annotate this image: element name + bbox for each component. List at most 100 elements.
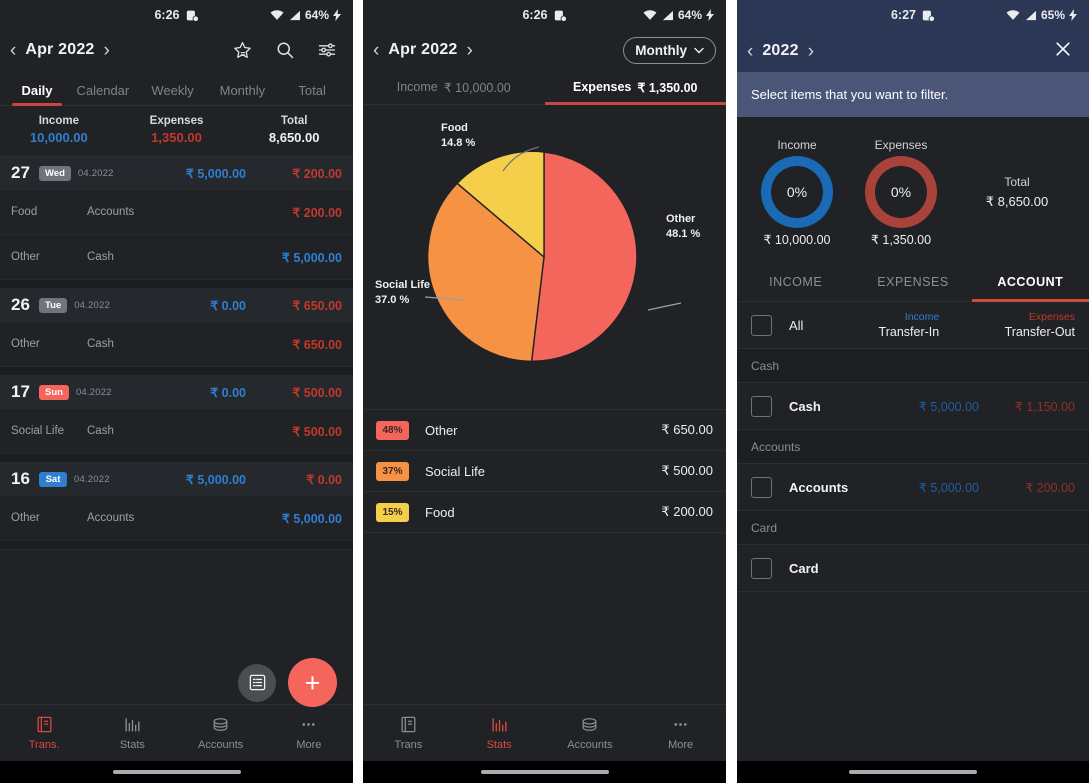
gesture-bar-area xyxy=(737,761,1089,783)
pie-label-other: Other 48.1 % xyxy=(666,212,700,242)
search-icon[interactable] xyxy=(275,40,295,60)
income-expense-tabs: Income ₹ 10,000.00 Expenses ₹ 1,350.00 xyxy=(363,70,726,105)
notification-icon xyxy=(922,9,935,22)
current-month-label[interactable]: Apr 2022 xyxy=(25,41,94,59)
list-divider xyxy=(0,367,353,376)
tab-expenses[interactable]: Expenses ₹ 1,350.00 xyxy=(544,70,727,105)
gesture-bar[interactable] xyxy=(480,770,609,774)
account-row-card[interactable]: Card xyxy=(737,545,1089,592)
day-header[interactable]: 27 Wed 04.2022 ₹ 5,000.00 ₹ 200.00 xyxy=(0,157,353,190)
bottom-nav-accounts[interactable]: Accounts xyxy=(545,715,636,751)
transaction-row[interactable]: Other Cash ₹ 5,000.00 xyxy=(0,235,353,280)
legend-row[interactable]: 37% Social Life ₹ 500.00 xyxy=(363,451,726,492)
gesture-bar[interactable] xyxy=(849,770,977,774)
signal-icon xyxy=(1024,10,1037,21)
group-header-card: Card xyxy=(737,511,1089,545)
transaction-row[interactable]: Other Accounts ₹ 5,000.00 xyxy=(0,496,353,541)
star-icon[interactable] xyxy=(232,40,253,61)
summary-total: Total 8,650.00 xyxy=(235,113,353,147)
month-selector[interactable]: ‹ Apr 2022 › xyxy=(10,41,110,60)
filter-banner-text: Select items that you want to filter. xyxy=(751,87,949,102)
tab-expenses[interactable]: EXPENSES xyxy=(854,262,971,301)
filter-icon[interactable] xyxy=(317,40,337,60)
notification-icon xyxy=(554,9,567,22)
tab-total[interactable]: Total xyxy=(277,83,347,105)
expenses-pie-chart[interactable]: Food 14.8 % Other 48.1 % Social Life 37.… xyxy=(363,105,726,410)
filter-all-row[interactable]: All Income Transfer-In Expenses Transfer… xyxy=(737,302,1089,349)
donut-income-label: Income xyxy=(777,138,817,152)
bottom-nav-stats[interactable]: Stats xyxy=(454,715,545,751)
tab-calendar[interactable]: Calendar xyxy=(68,83,138,105)
tab-daily[interactable]: Daily xyxy=(6,83,68,106)
legend-row[interactable]: 15% Food ₹ 200.00 xyxy=(363,492,726,533)
account-name: Cash xyxy=(789,398,821,414)
transaction-amount: ₹ 650.00 xyxy=(292,337,342,352)
bottom-nav-more[interactable]: More xyxy=(265,715,353,751)
tab-income[interactable]: INCOME xyxy=(737,262,854,301)
transaction-account: Accounts xyxy=(87,206,135,218)
add-transaction-button[interactable]: + xyxy=(288,658,337,707)
transaction-row[interactable]: Food Accounts ₹ 200.00 xyxy=(0,190,353,235)
account-expense-amount: ₹ 200.00 xyxy=(1025,480,1075,495)
filter-banner: Select items that you want to filter. xyxy=(737,72,1089,117)
period-dropdown[interactable]: Monthly xyxy=(623,36,716,64)
current-year-label[interactable]: 2022 xyxy=(762,42,798,60)
day-header[interactable]: 16 Sat 04.2022 ₹ 5,000.00 ₹ 0.00 xyxy=(0,463,353,496)
month-selector[interactable]: ‹ Apr 2022 › xyxy=(373,41,473,60)
transaction-row[interactable]: Other Cash ₹ 650.00 xyxy=(0,322,353,367)
checkbox-all[interactable] xyxy=(751,314,772,336)
prev-month-icon[interactable]: ‹ xyxy=(10,41,16,60)
close-button[interactable] xyxy=(1053,39,1079,64)
bottom-nav-trans[interactable]: Trans xyxy=(363,715,454,751)
day-header[interactable]: 17 Sun 04.2022 ₹ 0.00 ₹ 500.00 xyxy=(0,376,353,409)
top-nav-bar: ‹ Apr 2022 › Monthly xyxy=(363,30,726,70)
account-row-cash[interactable]: Cash ₹ 5,000.00 ₹ 1,150.00 xyxy=(737,383,1089,430)
tab-account[interactable]: ACCOUNT xyxy=(971,262,1089,302)
checkbox-accounts[interactable] xyxy=(751,476,772,498)
day-header[interactable]: 26 Tue 04.2022 ₹ 0.00 ₹ 650.00 xyxy=(0,289,353,322)
legend-row[interactable]: 48% Other ₹ 650.00 xyxy=(363,410,726,451)
coins-icon xyxy=(580,715,599,734)
legend-percent-chip: 15% xyxy=(376,502,409,522)
bar-chart-icon xyxy=(490,715,509,734)
status-bar: 6:26 64% xyxy=(0,0,353,30)
tab-weekly[interactable]: Weekly xyxy=(138,83,208,105)
gesture-bar[interactable] xyxy=(112,770,241,774)
donut-expenses-pct: 0% xyxy=(875,166,927,218)
tab-income[interactable]: Income ₹ 10,000.00 xyxy=(363,70,545,104)
status-bar: 6:27 65% xyxy=(737,0,1089,30)
charging-icon xyxy=(706,9,714,21)
prev-year-icon[interactable]: ‹ xyxy=(747,42,753,61)
checkbox-cash[interactable] xyxy=(751,395,772,417)
column-header-transfer-out: Transfer-Out xyxy=(1004,325,1075,339)
bottom-nav-stats[interactable]: Stats xyxy=(88,715,176,751)
bottom-nav-more[interactable]: More xyxy=(635,715,726,751)
tab-monthly-label: Monthly xyxy=(219,83,266,98)
transaction-list[interactable]: 27 Wed 04.2022 ₹ 5,000.00 ₹ 200.00 Food … xyxy=(0,157,353,704)
signal-icon xyxy=(288,10,301,21)
transaction-row[interactable]: Social Life Cash ₹ 500.00 xyxy=(0,409,353,454)
next-month-icon[interactable]: › xyxy=(104,41,110,60)
tab-calendar-label: Calendar xyxy=(76,83,130,98)
status-bar-center: 6:27 xyxy=(891,8,935,22)
prev-month-icon[interactable]: ‹ xyxy=(373,41,379,60)
bottom-nav-more-label: More xyxy=(668,739,694,751)
legend-amount: ₹ 500.00 xyxy=(661,463,713,478)
tab-weekly-label: Weekly xyxy=(151,83,194,98)
day-number: 16 xyxy=(11,469,30,488)
bottom-nav-accounts[interactable]: Accounts xyxy=(177,715,265,751)
status-bar: 6:26 64% xyxy=(363,0,726,30)
year-selector[interactable]: ‹ 2022 › xyxy=(747,42,814,61)
next-year-icon[interactable]: › xyxy=(808,42,814,61)
next-month-icon[interactable]: › xyxy=(467,41,473,60)
list-icon[interactable] xyxy=(238,663,276,702)
bottom-nav-trans[interactable]: Trans. xyxy=(0,715,88,751)
checkbox-card[interactable] xyxy=(751,557,772,579)
gesture-bar-area xyxy=(363,761,726,783)
tab-monthly[interactable]: Monthly xyxy=(208,83,278,105)
transaction-account: Cash xyxy=(87,338,114,350)
summary-expenses-label: Expenses xyxy=(149,115,204,127)
current-month-label[interactable]: Apr 2022 xyxy=(388,41,457,59)
wifi-icon xyxy=(270,9,284,21)
account-row-accounts[interactable]: Accounts ₹ 5,000.00 ₹ 200.00 xyxy=(737,464,1089,511)
